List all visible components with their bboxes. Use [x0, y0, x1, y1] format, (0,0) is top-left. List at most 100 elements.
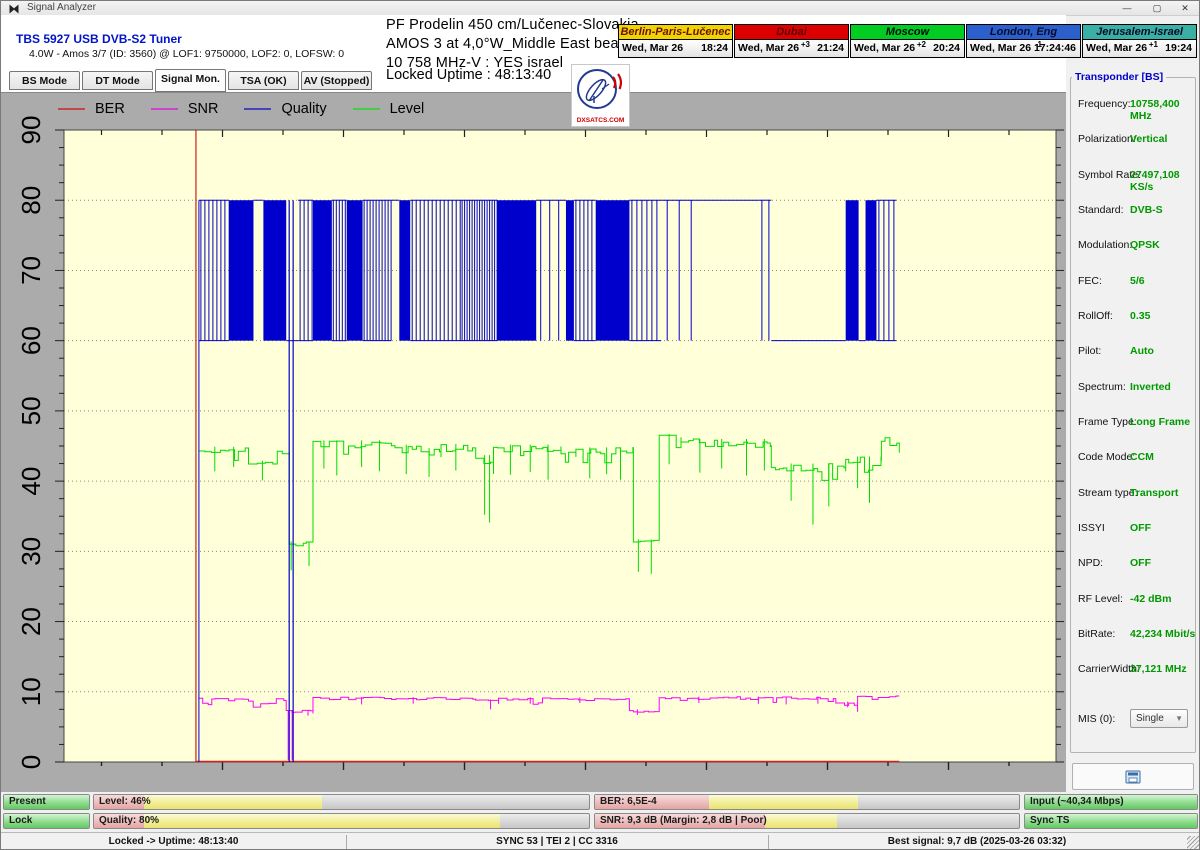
chevron-down-icon: ▼ — [1175, 710, 1183, 727]
locked-uptime: Locked Uptime : 48:13:40 — [386, 67, 551, 83]
bitrate-label: BitRate: — [1078, 628, 1115, 640]
legend-item-quality: Quality — [244, 101, 326, 117]
clock-berlin-date: Wed, Mar 26 — [622, 42, 683, 54]
chart-legend: BER SNR Quality Level — [58, 98, 424, 120]
lock-indicator: Lock — [3, 813, 90, 829]
window-title: Signal Analyzer — [27, 2, 96, 13]
clock-dubai-offset: +3 — [801, 40, 810, 49]
snr-bar: SNR: 9,3 dB (Margin: 2,8 dB | Poor) — [594, 813, 1020, 829]
save-button[interactable] — [1072, 763, 1194, 790]
sync-ts-indicator: Sync TS — [1024, 813, 1198, 829]
lock-label: Lock — [9, 815, 32, 826]
svg-text:60: 60 — [16, 326, 46, 355]
close-button[interactable]: ✕ — [1171, 1, 1199, 15]
clock-moscow-time-row: Wed, Mar 26 +2 20:24 — [851, 40, 964, 57]
rolloff-label: RollOff: — [1078, 310, 1113, 322]
level-bar: Level: 46% — [93, 794, 590, 810]
level-legend-label: Level — [390, 101, 425, 117]
resize-grip[interactable] — [1187, 836, 1200, 849]
clock-london-date: Wed, Mar 26 — [970, 42, 1031, 54]
mis-dropdown[interactable]: Single▼ — [1130, 709, 1188, 728]
clock-berlin-name: Berlin-Paris-Lučenec — [619, 25, 732, 40]
title-bar: Signal Analyzer — ▢ ✕ — [1, 1, 1200, 16]
mis-label: MIS (0): — [1078, 713, 1115, 725]
legend-item-level: Level — [353, 101, 425, 117]
quality-line-swatch — [244, 108, 271, 111]
rolloff-value: 0.35 — [1130, 310, 1150, 322]
signal-chart: 9080706050403020100 — [1, 93, 1066, 792]
rf-level-label: RF Level: — [1078, 593, 1123, 605]
input-indicator: Input (~40,34 Mbps) — [1024, 794, 1198, 810]
svg-text:40: 40 — [16, 467, 46, 496]
clock-dubai-time-row: Wed, Mar 26 +3 21:24 — [735, 40, 848, 57]
transponder-title: Transponder [BS] — [1072, 71, 1166, 83]
svg-text:30: 30 — [16, 537, 46, 566]
clock-jerusalem-date: Wed, Mar 26 — [1086, 42, 1147, 54]
clock-dubai-label: Dubai — [776, 26, 807, 38]
rf-level-value: -42 dBm — [1130, 593, 1171, 605]
status-bar: Locked -> Uptime: 48:13:40 SYNC 53 | TEI… — [1, 832, 1200, 850]
clock-dubai-date: Wed, Mar 26 — [738, 42, 799, 54]
frequency-value: 10758,400 MHz — [1130, 98, 1200, 122]
clock-dubai-clock: 21:24 — [817, 42, 844, 54]
clock-moscow-name: Moscow — [851, 25, 964, 40]
present-indicator: Present — [3, 794, 90, 810]
quality-label: Quality: 80% — [99, 815, 159, 826]
clock-moscow-clock: 20:24 — [933, 42, 960, 54]
svg-text:90: 90 — [16, 116, 46, 145]
tab-bs-mode[interactable]: BS Mode — [9, 71, 80, 90]
spectrum-value: Inverted — [1130, 381, 1171, 393]
minimize-button[interactable]: — — [1113, 1, 1141, 15]
tab-tsa[interactable]: TSA (OK) — [228, 71, 299, 90]
tab-signal-mon[interactable]: Signal Mon. — [155, 69, 226, 92]
clock-jerusalem-label: Jerusalem-Israel — [1096, 26, 1183, 38]
snr-line-swatch — [151, 108, 178, 111]
ber-legend-label: BER — [95, 101, 125, 117]
transponder-panel: Transponder [BS] Frequency:10758,400 MHz… — [1066, 63, 1200, 791]
tab-av[interactable]: AV (Stopped) — [301, 71, 372, 90]
snr-legend-label: SNR — [188, 101, 219, 117]
stream-type-value: Transport — [1130, 487, 1178, 499]
frame-type-label: Frame Type: — [1078, 416, 1137, 428]
dxsatcs-logo: DXSATCS.COM — [571, 64, 630, 127]
carrier-width-value: 37,121 MHz — [1130, 663, 1187, 675]
svg-text:10: 10 — [16, 677, 46, 706]
clock-dubai-name: Dubai — [735, 25, 848, 40]
satellite-dish-logo-graphic — [572, 65, 627, 113]
statusbar-best-signal: Best signal: 9,7 dB (2025-03-26 03:32) — [768, 833, 1186, 850]
clock-jerusalem: Jerusalem-Israel Wed, Mar 26 +1 19:24 — [1082, 24, 1197, 58]
clock-jerusalem-clock: 19:24 — [1165, 42, 1192, 54]
clock-berlin-time-row: Wed, Mar 26 18:24 — [619, 40, 732, 57]
clock-london-time-row: Wed, Mar 26 -1 17:24:46 — [967, 40, 1080, 57]
code-mode-value: CCM — [1130, 451, 1154, 463]
npd-value: OFF — [1130, 557, 1151, 569]
level-label: Level: 46% — [99, 796, 151, 807]
ber-bar: BER: 6,5E-4 — [594, 794, 1020, 810]
clock-dubai: Dubai Wed, Mar 26 +3 21:24 — [734, 24, 849, 58]
site-line-1: PF Prodelin 450 cm/Lučenec-Slovakia — [386, 16, 639, 35]
input-label: Input (~40,34 Mbps) — [1030, 796, 1124, 807]
maximize-button[interactable]: ▢ — [1143, 1, 1171, 15]
npd-label: NPD: — [1078, 557, 1103, 569]
standard-label: Standard: — [1078, 204, 1124, 216]
svg-text:20: 20 — [16, 607, 46, 636]
tab-dt-mode[interactable]: DT Mode — [82, 71, 153, 90]
svg-text:80: 80 — [16, 186, 46, 215]
tuner-name: TBS 5927 USB DVB-S2 Tuner — [16, 32, 182, 46]
sync-ts-label: Sync TS — [1030, 815, 1069, 826]
clock-london-name: London, Eng — [967, 25, 1080, 40]
clock-jerusalem-time-row: Wed, Mar 26 +1 19:24 — [1083, 40, 1196, 57]
standard-value: DVB-S — [1130, 204, 1163, 216]
frame-type-value: Long Frame — [1130, 416, 1190, 428]
clock-berlin: Berlin-Paris-Lučenec Wed, Mar 26 18:24 — [618, 24, 733, 58]
modulation-label: Modulation: — [1078, 239, 1132, 251]
snr-label: SNR: 9,3 dB (Margin: 2,8 dB | Poor) — [600, 815, 767, 826]
clock-moscow: Moscow Wed, Mar 26 +2 20:24 — [850, 24, 965, 58]
clock-jerusalem-name: Jerusalem-Israel — [1083, 25, 1196, 40]
issyi-label: ISSYI — [1078, 522, 1105, 534]
tuner-info: 4.0W - Amos 3/7 (ID: 3560) @ LOF1: 97500… — [29, 48, 344, 60]
clock-jerusalem-offset: +1 — [1149, 40, 1158, 49]
legend-item-ber: BER — [58, 101, 125, 117]
clock-berlin-label: Berlin-Paris-Lučenec — [620, 26, 730, 38]
pilot-label: Pilot: — [1078, 345, 1101, 357]
